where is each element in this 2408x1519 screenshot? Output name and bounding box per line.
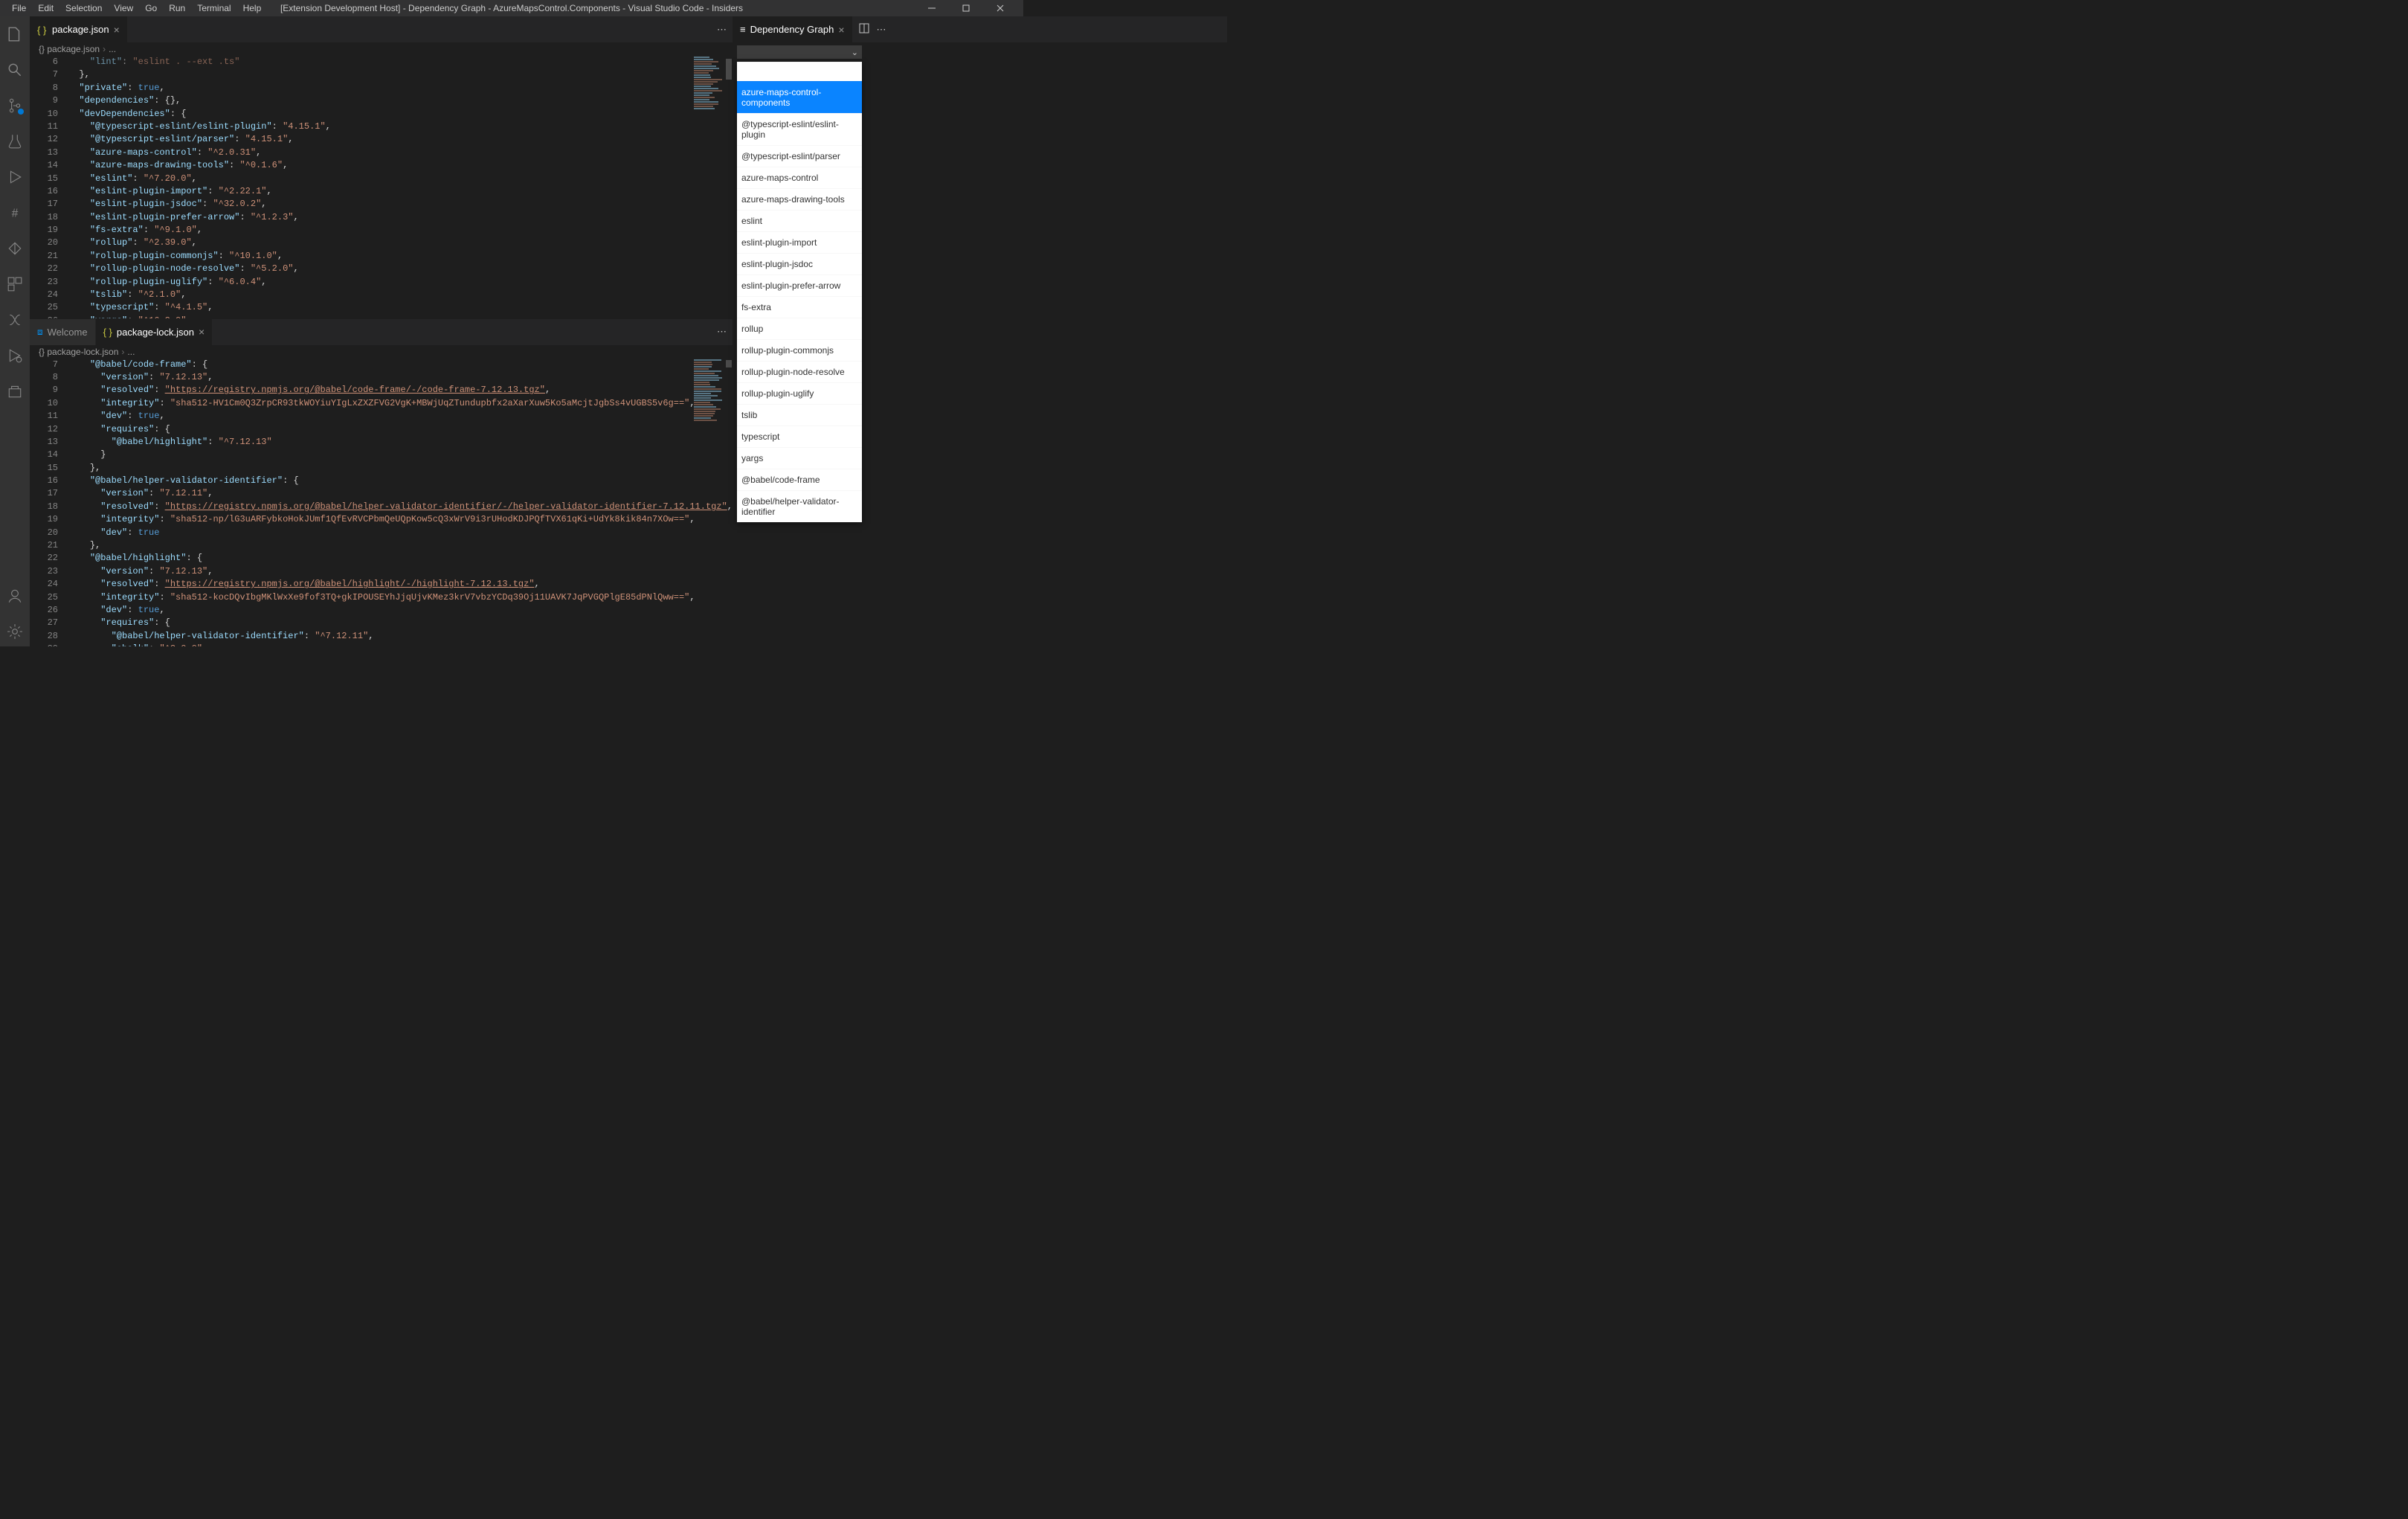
dropdown-option[interactable]: rollup [737, 318, 862, 339]
dropdown-option[interactable]: fs-extra [737, 296, 862, 318]
chevron-right-icon: › [103, 44, 106, 54]
tab-label: package.json [52, 24, 109, 35]
json-file-icon: { } [103, 327, 112, 338]
package-select-dropdown-list: azure-maps-control-components@typescript… [737, 62, 862, 522]
close-icon[interactable]: × [199, 327, 205, 337]
dropdown-option[interactable]: tslib [737, 404, 862, 425]
containers-icon[interactable] [0, 376, 30, 406]
tab-package-json[interactable]: { } package.json × [30, 16, 128, 42]
menu-run[interactable]: Run [163, 1, 191, 15]
files-icon[interactable] [0, 19, 30, 49]
activity-bar: # [0, 16, 30, 646]
title-bar: FileEditSelectionViewGoRunTerminalHelp [… [0, 0, 1023, 16]
menu-selection[interactable]: Selection [59, 1, 108, 15]
code-editor-top[interactable]: 6789101112131415161718192021222324252627… [30, 56, 733, 318]
scrollbar[interactable] [725, 359, 733, 646]
window-controls [915, 0, 1017, 16]
dropdown-option[interactable]: azure-maps-control [737, 167, 862, 188]
menu-view[interactable]: View [108, 1, 139, 15]
vscode-icon: ⧈ [37, 327, 43, 338]
dropdown-option[interactable]: typescript [737, 425, 862, 447]
graph-icon: ≡ [740, 24, 746, 35]
breadcrumb-segment[interactable]: ... [127, 347, 135, 357]
split-editor-icon[interactable] [859, 23, 869, 36]
tab-dependency-graph[interactable]: ≡ Dependency Graph × [733, 16, 853, 42]
more-icon[interactable]: ⋯ [717, 24, 727, 36]
breadcrumb-segment[interactable]: {} package.json [39, 44, 100, 54]
breadcrumb-segment[interactable]: ... [109, 44, 116, 54]
dropdown-option[interactable]: yargs [737, 447, 862, 469]
json-file-icon: { } [37, 25, 48, 35]
git-graph-icon[interactable]: # [0, 198, 30, 228]
breadcrumb-segment[interactable]: {} package-lock.json [39, 347, 118, 357]
tab-bar-bottom: ⧈ Welcome { } package-lock.json × ⋯ [30, 319, 733, 345]
tab-label: Welcome [48, 327, 88, 338]
dropdown-option[interactable]: @babel/helper-validator-identifier [737, 490, 862, 522]
test-beaker-icon[interactable] [0, 126, 30, 156]
dropdown-option[interactable]: eslint [737, 210, 862, 231]
menu-go[interactable]: Go [139, 1, 163, 15]
dropdown-option[interactable]: eslint-plugin-prefer-arrow [737, 274, 862, 296]
more-icon[interactable]: ⋯ [717, 326, 727, 338]
menu-terminal[interactable]: Terminal [191, 1, 236, 15]
editor-actions: ⋯ [711, 319, 733, 345]
dropdown-option[interactable]: @typescript-eslint/eslint-plugin [737, 113, 862, 145]
minimize-button[interactable] [915, 0, 949, 16]
close-button[interactable] [983, 0, 1017, 16]
minimap[interactable] [694, 56, 724, 318]
chevron-right-icon: › [121, 347, 124, 357]
menu-bar: FileEditSelectionViewGoRunTerminalHelp [6, 1, 267, 15]
dropdown-option[interactable]: azure-maps-drawing-tools [737, 188, 862, 210]
dropdown-option[interactable]: eslint-plugin-jsdoc [737, 253, 862, 274]
dropdown-option[interactable]: @babel/code-frame [737, 469, 862, 490]
dropdown-option[interactable]: rollup-plugin-node-resolve [737, 361, 862, 382]
close-icon[interactable]: × [838, 25, 844, 35]
dependency-graph-panel: ≡ Dependency Graph × ⋯ azure-maps-contro… [733, 16, 1227, 646]
close-icon[interactable]: × [114, 25, 120, 35]
tab-bar-right: ≡ Dependency Graph × ⋯ [733, 16, 1227, 42]
play-debug-icon[interactable] [0, 341, 30, 370]
tab-bar-top: { } package.json × ⋯ [30, 16, 733, 42]
package-select-dropdown[interactable] [737, 45, 862, 59]
maximize-button[interactable] [949, 0, 983, 16]
editor-group-bottom: ⧈ Welcome { } package-lock.json × ⋯ {} packa… [30, 319, 733, 646]
more-icon[interactable]: ⋯ [877, 24, 886, 36]
dropdown-option[interactable]: rollup-plugin-uglify [737, 382, 862, 404]
tab-package-lock-json[interactable]: { } package-lock.json × [96, 319, 213, 345]
run-debug-icon[interactable] [0, 162, 30, 192]
account-icon[interactable] [0, 581, 30, 611]
tab-welcome[interactable]: ⧈ Welcome [30, 319, 96, 345]
editor-group-top: { } package.json × ⋯ {} package.json›...… [30, 16, 733, 319]
svg-text:#: # [12, 208, 19, 220]
breadcrumb-top[interactable]: {} package.json›... [30, 42, 733, 56]
scrollbar[interactable] [725, 56, 733, 318]
dropdown-option[interactable]: azure-maps-control-components [737, 81, 862, 113]
window-title: [Extension Development Host] - Dependenc… [280, 3, 743, 13]
minimap[interactable] [694, 359, 724, 646]
dropdown-option[interactable]: rollup-plugin-commonjs [737, 339, 862, 361]
code-editor-bottom[interactable]: 7891011121314151617181920212223242526272… [30, 359, 733, 646]
remote-icon[interactable] [0, 305, 30, 335]
menu-edit[interactable]: Edit [32, 1, 59, 15]
references-icon[interactable] [0, 234, 30, 263]
dropdown-option[interactable]: @typescript-eslint/parser [737, 145, 862, 167]
settings-gear-icon[interactable] [0, 617, 30, 646]
editor-actions: ⋯ [711, 16, 733, 42]
menu-help[interactable]: Help [237, 1, 268, 15]
dropdown-option[interactable] [737, 62, 862, 81]
extensions-icon[interactable] [0, 269, 30, 299]
search-icon[interactable] [0, 55, 30, 85]
tab-label: package-lock.json [117, 327, 194, 338]
tab-label: Dependency Graph [750, 24, 834, 35]
breadcrumb-bottom[interactable]: {} package-lock.json›... [30, 345, 733, 359]
source-control-icon[interactable] [0, 91, 30, 121]
menu-file[interactable]: File [6, 1, 32, 15]
dropdown-option[interactable]: eslint-plugin-import [737, 231, 862, 253]
